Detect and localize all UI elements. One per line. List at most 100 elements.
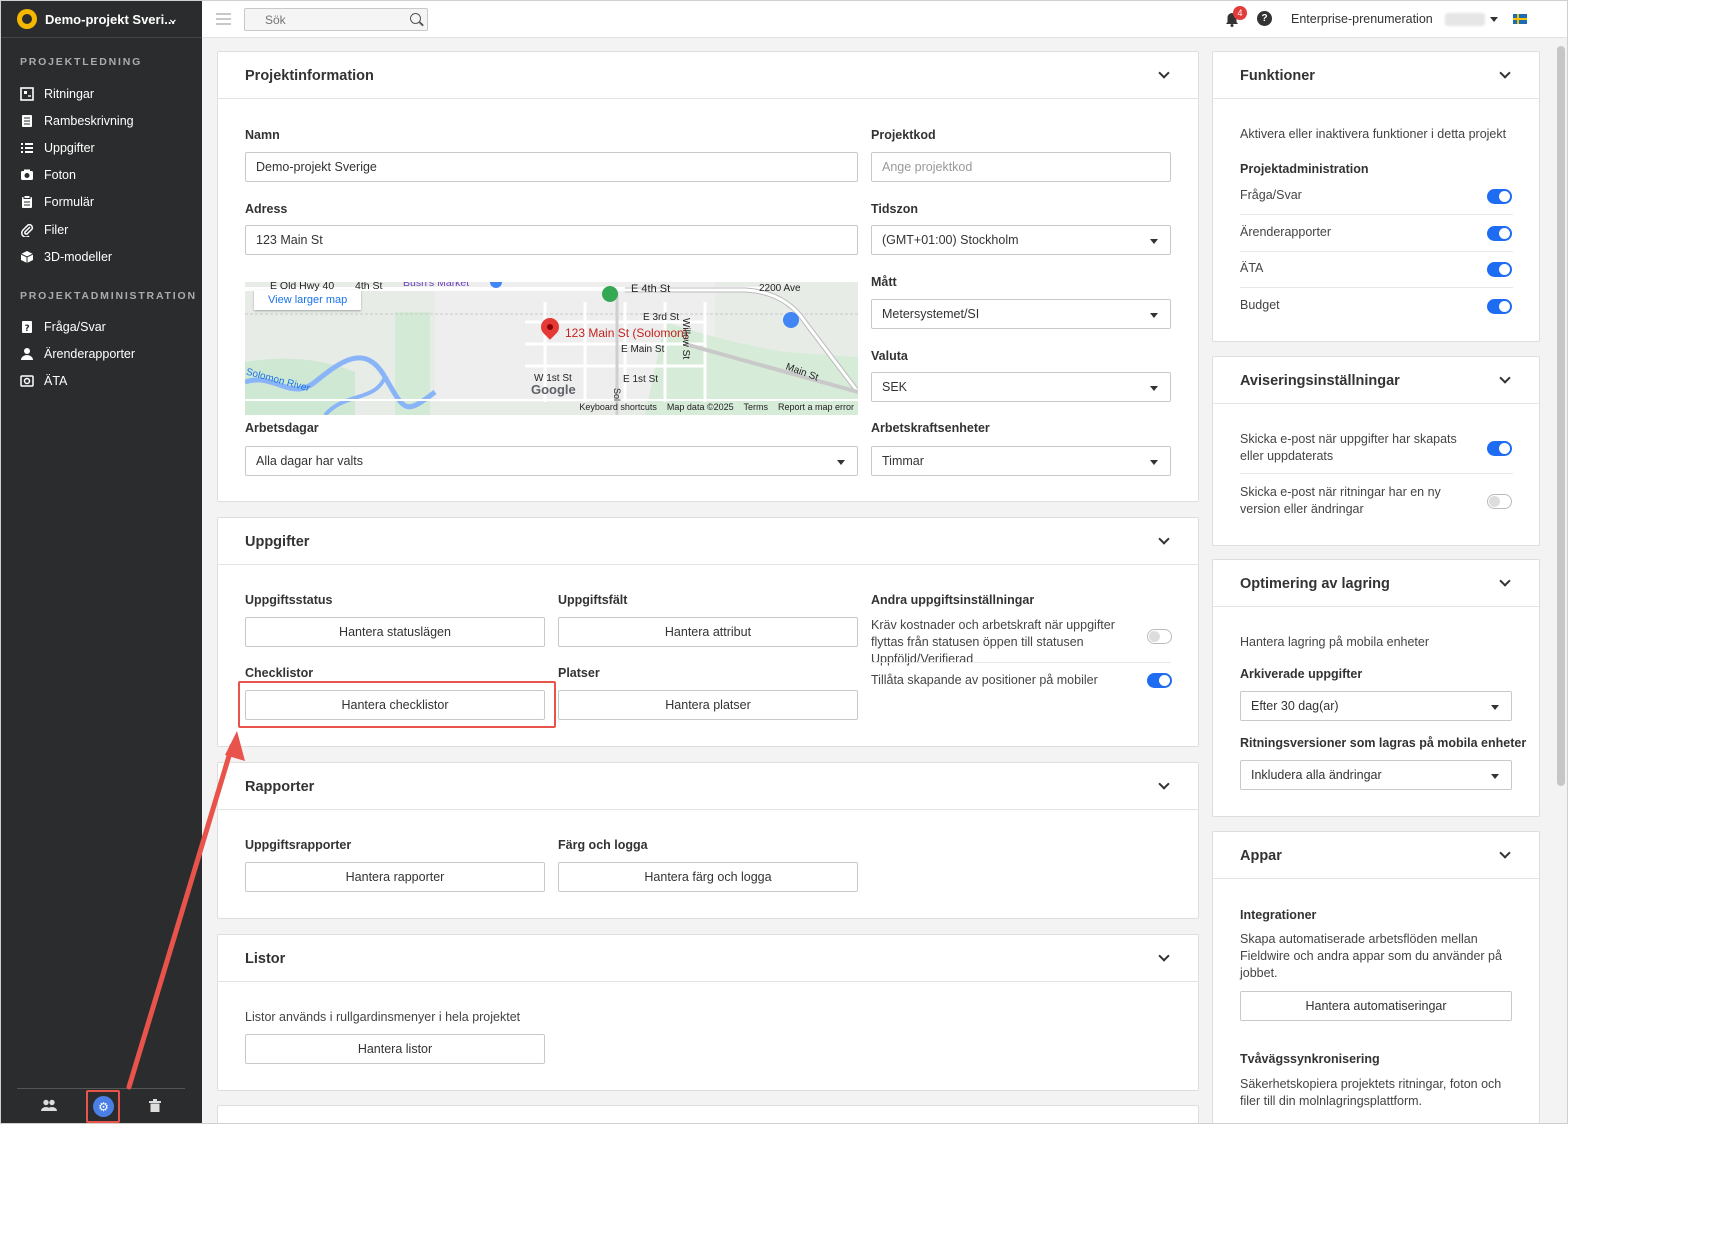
- feature-toggle-arenderapporter[interactable]: [1487, 226, 1512, 241]
- settings-gear-icon[interactable]: ⚙: [93, 1096, 114, 1117]
- timezone-select[interactable]: (GMT+01:00) Stockholm: [871, 225, 1171, 255]
- scrollbar-thumb[interactable]: [1557, 46, 1565, 786]
- search-box[interactable]: [244, 8, 428, 31]
- card-header[interactable]: Appar: [1213, 832, 1539, 879]
- card-title: Appar: [1240, 848, 1282, 864]
- cube-icon: [20, 250, 34, 264]
- address-map[interactable]: View larger map 123 Main St (Solomon) E …: [245, 282, 858, 415]
- card-header[interactable]: Rapporter: [218, 763, 1198, 810]
- notify-tasks-text: Skicka e-post när uppgifter har skapats …: [1240, 432, 1457, 463]
- sidebar-item-label: Uppgifter: [44, 141, 95, 155]
- checklists-highlight: [238, 681, 556, 728]
- currency-select[interactable]: SEK: [871, 372, 1171, 402]
- chevron-down-icon: ⌄: [167, 10, 179, 26]
- manage-lists-button[interactable]: Hantera listor: [245, 1034, 545, 1064]
- manage-locations-button[interactable]: Hantera platser: [558, 690, 858, 720]
- labor-units-select[interactable]: Timmar: [871, 446, 1171, 476]
- sidebar-item-rambeskrivning[interactable]: Rambeskrivning: [20, 111, 134, 131]
- manage-color-logo-button[interactable]: Hantera färg och logga: [558, 862, 858, 892]
- chevron-down-icon[interactable]: [1158, 950, 1170, 962]
- people-icon[interactable]: [38, 1094, 60, 1116]
- chevron-down-icon[interactable]: [1158, 533, 1170, 545]
- card-header[interactable]: Uppgifter: [218, 518, 1198, 565]
- chevron-down-icon[interactable]: [1499, 67, 1511, 79]
- sidebar-item-filer[interactable]: Filer: [20, 220, 68, 240]
- chevron-down-icon[interactable]: [1499, 847, 1511, 859]
- feature-label: Fråga/Svar: [1240, 188, 1302, 202]
- two-way-sync-description: Säkerhetskopiera projektets ritningar, f…: [1240, 1077, 1502, 1108]
- chevron-down-icon[interactable]: [1499, 372, 1511, 384]
- card-header[interactable]: Funktioner: [1213, 52, 1539, 99]
- notify-drawings-toggle[interactable]: [1487, 494, 1512, 509]
- task-reports-label: Uppgiftsrapporter: [245, 838, 352, 852]
- map-street-label: E 1st St: [623, 374, 659, 385]
- sidebar-item-3d-modeller[interactable]: 3D-modeller: [20, 247, 112, 267]
- archived-tasks-select[interactable]: Efter 30 dag(ar): [1240, 691, 1512, 721]
- sidebar-item-formular[interactable]: Formulär: [20, 192, 94, 212]
- notifications-card: Aviseringsinställningar Skicka e-post nä…: [1212, 356, 1540, 546]
- workdays-select[interactable]: Alla dagar har valts: [245, 446, 858, 476]
- notify-tasks-toggle[interactable]: [1487, 441, 1512, 456]
- sidebar-item-uppgifter[interactable]: Uppgifter: [20, 138, 95, 158]
- help-icon[interactable]: ?: [1257, 11, 1272, 26]
- measure-select[interactable]: Metersystemet/SI: [871, 299, 1171, 329]
- feature-toggle-budget[interactable]: [1487, 299, 1512, 314]
- address-field[interactable]: 123 Main St: [245, 225, 858, 255]
- sidebar-item-fraga-svar[interactable]: ? Fråga/Svar: [20, 317, 106, 337]
- chevron-down-icon[interactable]: [1158, 778, 1170, 790]
- sidebar-item-label: Fråga/Svar: [44, 320, 106, 334]
- project-name: Demo-projekt Sveri...: [45, 11, 176, 27]
- manage-reports-button[interactable]: Hantera rapporter: [245, 862, 545, 892]
- chevron-down-icon[interactable]: [1158, 67, 1170, 79]
- map-street-label: Willow St: [680, 318, 691, 360]
- caret-down-icon[interactable]: [1490, 17, 1498, 22]
- card-header[interactable]: Aviseringsinställningar: [1213, 357, 1539, 404]
- sidebar-item-ritningar[interactable]: Ritningar: [20, 84, 94, 104]
- map-footer-link[interactable]: Terms: [743, 402, 768, 412]
- map-footer: Keyboard shortcuts Map data ©2025 Terms …: [579, 402, 854, 412]
- scrollbar-track[interactable]: [1554, 38, 1567, 1123]
- swedish-flag-icon[interactable]: [1513, 14, 1527, 24]
- two-way-sync-label: Tvåvägssynkronisering: [1240, 1052, 1380, 1066]
- menu-icon[interactable]: [216, 13, 231, 25]
- manage-attributes-button[interactable]: Hantera attribut: [558, 617, 858, 647]
- mobile-locations-toggle[interactable]: [1147, 673, 1172, 688]
- drawings-icon: [20, 87, 34, 101]
- user-menu[interactable]: [1445, 13, 1485, 26]
- sidebar-item-label: Ritningar: [44, 87, 95, 101]
- manage-automations-button[interactable]: Hantera automatiseringar: [1240, 991, 1512, 1021]
- sidebar-item-arenderapporter[interactable]: Ärenderapporter: [20, 344, 135, 364]
- card-title: Rapporter: [245, 779, 315, 795]
- chevron-down-icon[interactable]: [1499, 575, 1511, 587]
- sidebar-item-foton[interactable]: Foton: [20, 165, 76, 185]
- require-costs-toggle[interactable]: [1147, 629, 1172, 644]
- card-header[interactable]: Projektinformation: [218, 52, 1198, 99]
- card-header[interactable]: Optimering av lagring: [1213, 560, 1539, 607]
- functions-description: Aktivera eller inaktivera funktioner i d…: [1240, 127, 1507, 141]
- name-field[interactable]: Demo-projekt Sverige: [245, 152, 858, 182]
- task-status-label: Uppgiftsstatus: [245, 593, 333, 607]
- feature-toggle-fraga-svar[interactable]: [1487, 189, 1512, 204]
- search-icon[interactable]: [410, 13, 421, 24]
- map-footer-link[interactable]: Report a map error: [778, 402, 854, 412]
- locations-label: Platser: [558, 666, 600, 680]
- card-header[interactable]: Listor: [218, 935, 1198, 982]
- drawing-versions-select[interactable]: Inkludera alla ändringar: [1240, 760, 1512, 790]
- map-street-label: 4th St: [355, 282, 383, 292]
- project-code-field[interactable]: Ange projektkod: [871, 152, 1171, 182]
- trash-icon[interactable]: [144, 1094, 166, 1116]
- project-switcher[interactable]: Demo-projekt Sveri... ⌄: [1, 1, 202, 38]
- sidebar-item-ata[interactable]: ÄTA: [20, 371, 67, 391]
- functions-subtitle: Projektadministration: [1240, 162, 1369, 176]
- section-title-projektadministration: PROJEKTADMINISTRATION: [20, 290, 197, 302]
- divider: [1240, 251, 1513, 252]
- search-input[interactable]: [245, 9, 395, 30]
- feature-toggle-ata[interactable]: [1487, 262, 1512, 277]
- map-street-label: E Main St: [621, 344, 665, 355]
- subscription-label[interactable]: Enterprise-prenumeration: [1291, 12, 1433, 26]
- map-footer-link[interactable]: Keyboard shortcuts: [579, 402, 657, 412]
- sidebar-item-label: ÄTA: [44, 374, 68, 388]
- manage-statuses-button[interactable]: Hantera statuslägen: [245, 617, 545, 647]
- forms-icon: [20, 195, 34, 209]
- feature-label: Ärenderapporter: [1240, 225, 1332, 239]
